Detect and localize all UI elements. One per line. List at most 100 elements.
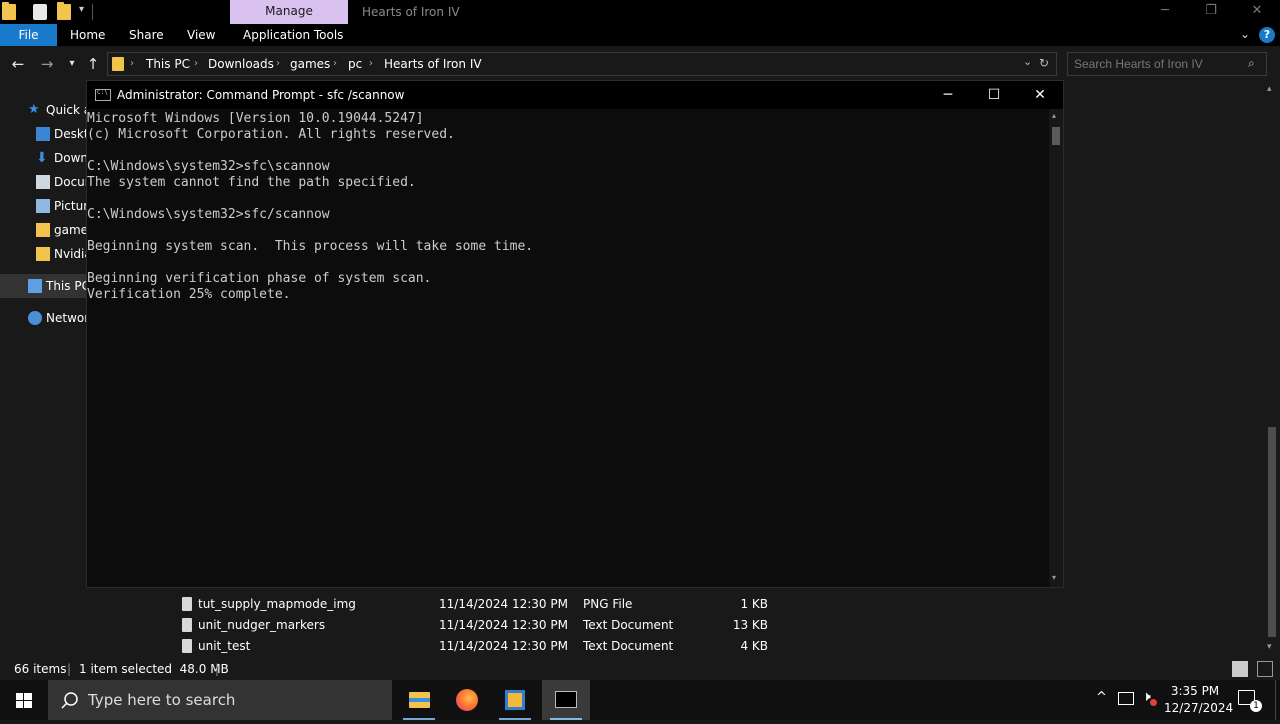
recent-locations-icon[interactable]: ▾ bbox=[62, 54, 82, 74]
console-line: Beginning system scan. This process will… bbox=[87, 239, 534, 254]
file-date: 11/14/2024 12:30 PM bbox=[439, 618, 568, 632]
restore-icon[interactable]: ❐ bbox=[1188, 0, 1234, 24]
address-dropdown-icon[interactable]: ⌄ bbox=[1023, 55, 1032, 68]
minimize-icon[interactable]: ─ bbox=[925, 81, 971, 109]
console-line: (c) Microsoft Corporation. All rights re… bbox=[87, 127, 455, 142]
file-name: unit_nudger_markers bbox=[198, 618, 326, 632]
file-list-scrollbar[interactable]: ▴ ▾ bbox=[1264, 82, 1280, 658]
help-icon[interactable]: ? bbox=[1259, 27, 1275, 43]
taskbar-clock[interactable]: 3:35 PM 12/27/2024 bbox=[1164, 683, 1234, 717]
file-explorer-taskbar-button[interactable] bbox=[395, 680, 443, 720]
back-arrow-icon[interactable]: ← bbox=[8, 54, 28, 74]
scroll-up-icon[interactable]: ▴ bbox=[1267, 84, 1272, 94]
tab-view[interactable]: View bbox=[187, 24, 215, 46]
nav-item-downloads[interactable]: ⬇ Down bbox=[36, 148, 89, 168]
new-folder-icon[interactable] bbox=[57, 2, 71, 20]
tab-application-tools[interactable]: Application Tools bbox=[243, 24, 343, 46]
console-line: Microsoft Windows [Version 10.0.19044.52… bbox=[87, 111, 424, 126]
console-scrollbar[interactable]: ▴ ▾ bbox=[1049, 109, 1063, 587]
scroll-down-icon[interactable]: ▾ bbox=[1267, 642, 1272, 652]
cmd-title-bar[interactable]: Administrator: Command Prompt - sfc /sca… bbox=[87, 81, 1063, 109]
file-icon bbox=[182, 597, 192, 611]
nav-item-network[interactable]: Networ bbox=[28, 308, 90, 328]
taskbar-search-placeholder: Type here to search bbox=[88, 691, 236, 709]
forward-arrow-icon[interactable]: → bbox=[37, 54, 57, 74]
command-prompt-taskbar-button[interactable] bbox=[542, 680, 590, 720]
start-button[interactable] bbox=[0, 680, 48, 720]
nav-item-quick-access[interactable]: ★ Quick a bbox=[28, 100, 92, 120]
large-icons-view-icon[interactable] bbox=[1257, 661, 1273, 677]
status-divider: | bbox=[67, 662, 72, 676]
scroll-down-icon[interactable]: ▾ bbox=[1052, 573, 1056, 582]
breadcrumb-separator-icon[interactable]: › bbox=[333, 53, 337, 75]
status-bar: 66 items | 1 item selected 48.0 MB | bbox=[0, 658, 1280, 680]
navigation-bar: ← → ▾ ↑ › This PC › Downloads › games › … bbox=[0, 46, 1280, 82]
tab-manage[interactable]: Manage bbox=[230, 0, 348, 24]
windows-logo-icon bbox=[16, 693, 32, 708]
breadcrumb-separator-icon[interactable]: › bbox=[130, 53, 134, 75]
file-date: 11/14/2024 12:30 PM bbox=[439, 597, 568, 611]
selection-info: 1 item selected 48.0 MB bbox=[79, 662, 229, 676]
taskbar: Type here to search ^ 🕨 3:35 PM 12/27/20… bbox=[0, 680, 1280, 720]
breadcrumb-games[interactable]: games bbox=[290, 53, 330, 75]
console-output[interactable]: Microsoft Windows [Version 10.0.19044.52… bbox=[87, 111, 1047, 581]
details-view-icon[interactable] bbox=[1232, 661, 1248, 677]
nav-item-pictures[interactable]: Pictur bbox=[36, 196, 89, 216]
file-icon bbox=[182, 639, 192, 653]
taskbar-search-box[interactable]: Type here to search bbox=[48, 680, 392, 720]
file-name: unit_test bbox=[198, 639, 251, 653]
show-hidden-icons-icon[interactable]: ^ bbox=[1096, 690, 1107, 705]
folder-icon[interactable] bbox=[2, 2, 16, 20]
nav-item-documents[interactable]: Docur bbox=[36, 172, 90, 192]
network-icon[interactable] bbox=[1118, 692, 1134, 705]
address-bar[interactable]: › This PC › Downloads › games › pc › Hea… bbox=[107, 52, 1057, 76]
tab-home[interactable]: Home bbox=[70, 24, 105, 46]
close-icon[interactable]: ✕ bbox=[1017, 81, 1063, 109]
pictures-icon bbox=[36, 199, 50, 213]
nav-item-label: Pictur bbox=[54, 199, 89, 213]
scrollbar-thumb[interactable] bbox=[1052, 127, 1060, 145]
expand-ribbon-icon[interactable]: ⌄ bbox=[1240, 27, 1250, 41]
nav-item-label: Networ bbox=[46, 311, 90, 325]
nav-item-label: Docur bbox=[54, 175, 90, 189]
document-icon bbox=[36, 175, 50, 189]
show-desktop-button[interactable] bbox=[1275, 680, 1280, 720]
scrollbar-thumb[interactable] bbox=[1268, 427, 1276, 637]
firefox-taskbar-button[interactable] bbox=[443, 680, 491, 720]
clock-date: 12/27/2024 bbox=[1164, 701, 1234, 715]
breadcrumb-separator-icon[interactable]: › bbox=[194, 53, 198, 75]
file-date: 11/14/2024 12:30 PM bbox=[439, 639, 568, 653]
scroll-up-icon[interactable]: ▴ bbox=[1052, 111, 1056, 120]
tab-share[interactable]: Share bbox=[129, 24, 164, 46]
search-icon[interactable]: ⌕ bbox=[1248, 56, 1255, 71]
properties-icon[interactable] bbox=[33, 4, 47, 20]
console-line: C:\Windows\system32>sfc\scannow bbox=[87, 159, 330, 174]
search-input[interactable] bbox=[1074, 56, 1244, 72]
nav-item-label: Down bbox=[54, 151, 89, 165]
virtualbox-taskbar-button[interactable] bbox=[491, 680, 539, 720]
file-type: Text Document bbox=[583, 639, 674, 653]
maximize-icon[interactable]: ☐ bbox=[971, 81, 1017, 109]
file-size: 13 KB bbox=[732, 618, 768, 632]
star-icon: ★ bbox=[28, 102, 40, 117]
refresh-icon[interactable]: ↻ bbox=[1039, 56, 1049, 70]
close-icon[interactable]: ✕ bbox=[1234, 0, 1280, 24]
file-type: PNG File bbox=[583, 597, 633, 611]
cmd-window-title: Administrator: Command Prompt - sfc /sca… bbox=[117, 88, 405, 102]
minimize-icon[interactable]: ─ bbox=[1142, 0, 1188, 24]
breadcrumb-downloads[interactable]: Downloads bbox=[208, 53, 274, 75]
command-prompt-window[interactable]: Administrator: Command Prompt - sfc /sca… bbox=[86, 80, 1064, 588]
quick-access-dropdown-icon[interactable]: ▾ bbox=[79, 4, 84, 15]
breadcrumb-hearts-of-iron-iv[interactable]: Hearts of Iron IV bbox=[384, 53, 482, 75]
breadcrumb-separator-icon[interactable]: › bbox=[369, 53, 373, 75]
breadcrumb-this-pc[interactable]: This PC bbox=[146, 53, 190, 75]
up-arrow-icon[interactable]: ↑ bbox=[83, 54, 103, 74]
clock-time: 3:35 PM bbox=[1170, 684, 1220, 698]
nav-item-this-pc[interactable]: This PC bbox=[28, 276, 90, 296]
nav-item-label: Quick a bbox=[46, 103, 92, 117]
tab-file[interactable]: File bbox=[0, 24, 57, 46]
breadcrumb-separator-icon[interactable]: › bbox=[276, 53, 280, 75]
search-box[interactable]: ⌕ bbox=[1067, 52, 1267, 76]
breadcrumb-pc[interactable]: pc bbox=[348, 53, 362, 75]
virtualbox-icon bbox=[505, 690, 525, 710]
